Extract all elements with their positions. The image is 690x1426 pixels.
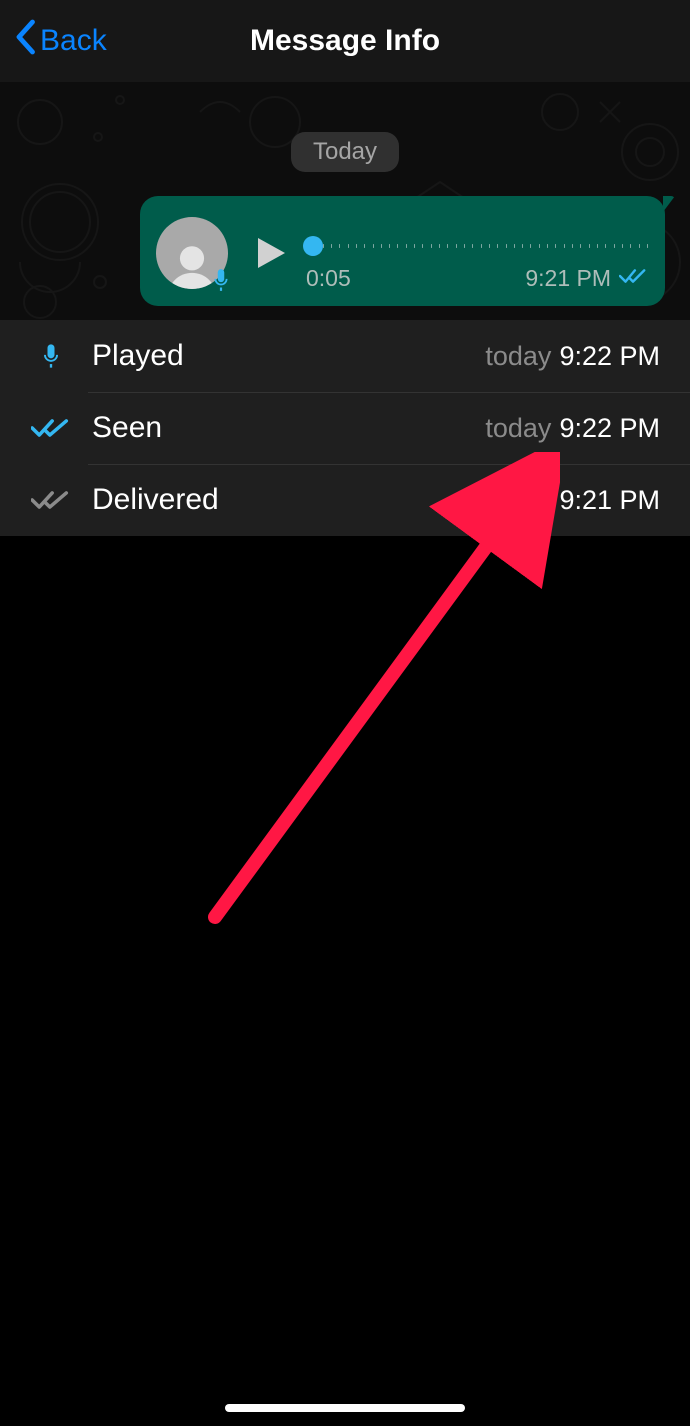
read-receipt-icon [619,265,647,292]
status-day: today [485,413,551,444]
status-time: today 9:22 PM [485,413,660,444]
status-label: Seen [92,411,485,445]
play-button[interactable] [252,233,288,273]
status-hourmin: 9:22 PM [559,341,660,372]
date-divider: Today [291,132,399,172]
status-row: Deliveredtoday 9:21 PM [0,464,690,536]
audio-duration: 0:05 [306,265,351,292]
message-time: 9:21 PM [525,265,611,292]
status-row: Seentoday 9:22 PM [0,392,690,464]
voice-message-bubble[interactable]: 0:05 9:21 PM [140,196,665,306]
double-check-icon [30,416,72,440]
sender-avatar-wrap [156,217,228,289]
back-label: Back [40,24,107,58]
status-row: Playedtoday 9:22 PM [0,320,690,392]
home-indicator [225,1404,465,1412]
status-day: today [485,485,551,516]
date-label: Today [313,138,377,165]
playhead[interactable] [303,236,323,256]
status-hourmin: 9:22 PM [559,413,660,444]
status-day: today [485,341,551,372]
microphone-icon [30,340,72,372]
waveform-track [306,244,647,248]
double-check-icon [30,488,72,512]
status-list: Playedtoday9:22 PMSeentoday9:22 PMDelive… [0,320,690,536]
header-bar: Back Message Info [0,0,690,82]
back-button[interactable]: Back [14,19,107,63]
status-label: Delivered [92,483,485,517]
page-title: Message Info [250,24,440,58]
chat-preview-area: Today 0:05 9:21 PM [0,82,690,320]
status-time: today 9:21 PM [485,485,660,516]
status-hourmin: 9:21 PM [559,485,660,516]
status-label: Played [92,339,485,373]
microphone-badge-icon [208,267,234,293]
status-time: today 9:22 PM [485,341,660,372]
audio-waveform[interactable]: 0:05 9:21 PM [306,210,647,296]
chevron-left-icon [14,19,36,63]
